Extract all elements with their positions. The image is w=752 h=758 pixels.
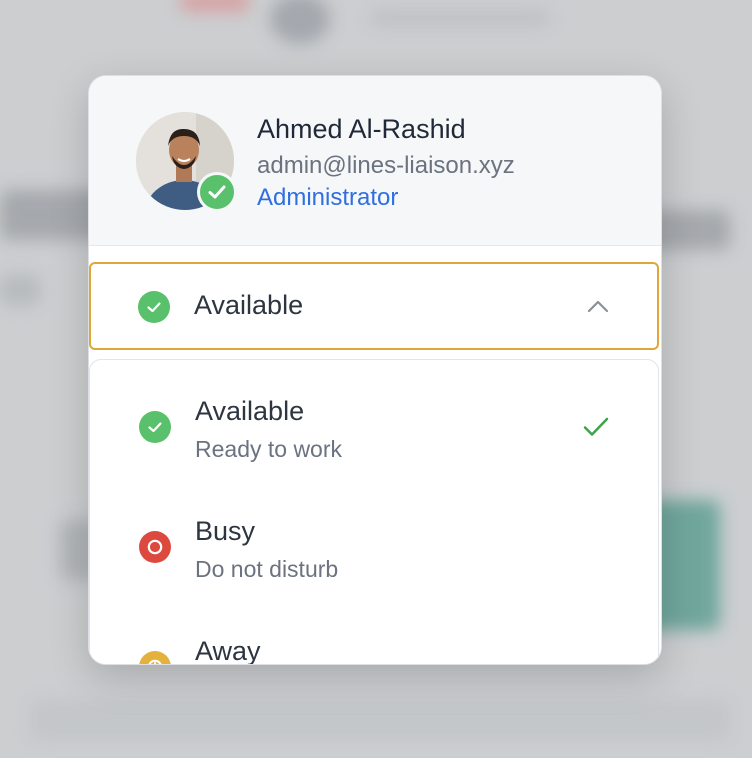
selected-check-icon (583, 417, 609, 436)
online-status-icon (197, 172, 237, 212)
status-options-menu: Available Ready to work Busy Do not dist… (89, 359, 659, 665)
status-option-available[interactable]: Available Ready to work (90, 360, 658, 480)
status-option-busy[interactable]: Busy Do not disturb (90, 480, 658, 600)
busy-ring-icon (139, 531, 171, 563)
status-option-subtitle: Ready to work (195, 436, 343, 462)
profile-header: Ahmed Al-Rashid admin@lines-liaison.xyz … (89, 76, 661, 246)
check-circle-icon (138, 291, 170, 323)
status-dropdown-value: Available (194, 290, 304, 320)
clock-icon (139, 651, 171, 664)
user-email: admin@lines-liaison.xyz (257, 152, 515, 179)
user-role-link[interactable]: Administrator (257, 184, 398, 212)
status-option-title: Away (195, 636, 261, 665)
status-option-subtitle: Do not disturb (195, 556, 339, 582)
status-option-title: Busy (195, 516, 256, 546)
check-circle-icon (139, 411, 171, 443)
status-option-away[interactable]: Away (90, 600, 658, 665)
user-name: Ahmed Al-Rashid (257, 114, 466, 144)
chevron-up-icon[interactable] (587, 299, 609, 313)
status-dropdown[interactable]: Available (89, 262, 659, 350)
status-option-title: Available (195, 396, 305, 426)
user-status-panel: Ahmed Al-Rashid admin@lines-liaison.xyz … (88, 75, 662, 665)
